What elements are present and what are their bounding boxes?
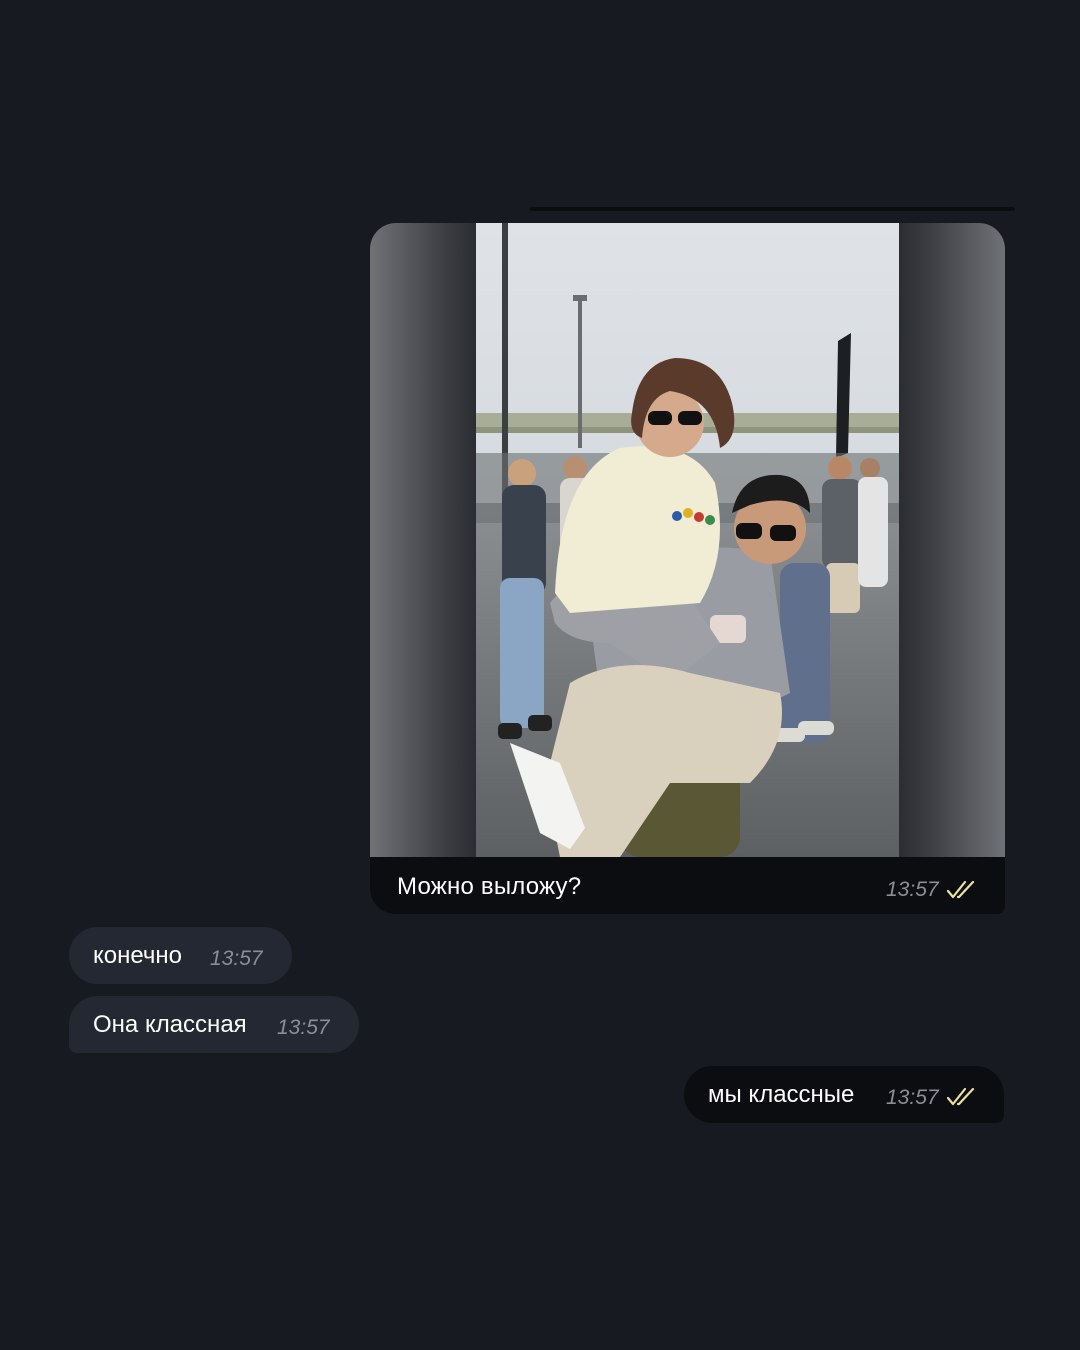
incoming-message[interactable]: Она классная 13:57 [69,996,359,1053]
double-check-icon [946,1087,975,1106]
message-text: Она классная [93,1011,247,1038]
double-check-icon [946,880,975,899]
message-time: 13:57 [886,1086,939,1109]
message-time: 13:57 [886,878,939,901]
photo-caption: Можно выложу? [397,873,582,900]
outgoing-photo-message[interactable]: Можно выложу? 13:57 [370,223,1005,914]
photo-attachment[interactable] [370,223,1005,857]
outgoing-message[interactable]: мы классные 13:57 [684,1066,1004,1123]
message-text: мы классные [708,1081,855,1108]
photo-image [476,223,899,857]
message-time: 13:57 [210,947,263,970]
photo-scene [476,223,899,857]
previous-message-edge [530,207,1015,211]
incoming-message[interactable]: конечно 13:57 [69,927,292,984]
message-text: конечно [93,942,183,969]
message-time: 13:57 [277,1016,330,1039]
